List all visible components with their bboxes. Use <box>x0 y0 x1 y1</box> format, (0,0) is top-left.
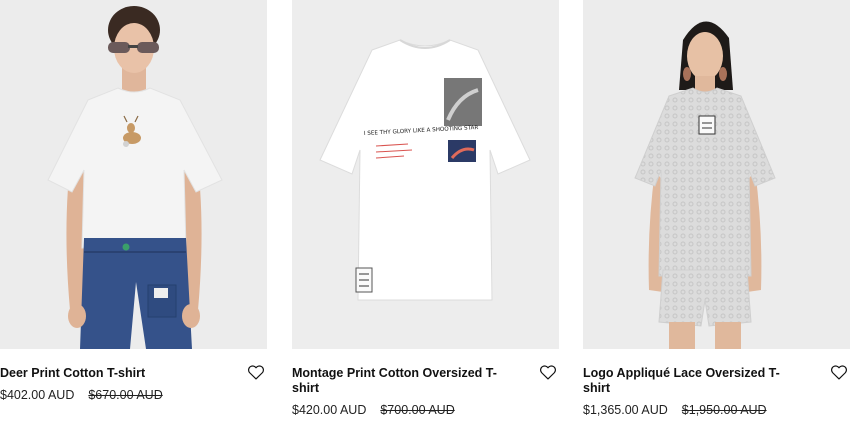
price-row: $1,365.00 AUD $1,950.00 AUD <box>583 402 850 418</box>
heart-outline-icon[interactable] <box>539 364 559 382</box>
original-price: $1,950.00 AUD <box>681 403 767 417</box>
product-image-montage-tshirt[interactable]: I SEE THY GLORY LIKE A SHOOTING STAR <box>292 0 559 349</box>
product-card: Deer Print Cotton T-shirt $402.00 AUD $67… <box>0 0 267 403</box>
sale-price: $402.00 AUD <box>0 388 75 402</box>
price-row: $402.00 AUD $670.00 AUD <box>0 387 267 403</box>
heart-outline-icon[interactable] <box>830 364 850 382</box>
product-image-deer-tshirt[interactable] <box>0 0 267 349</box>
original-price: $700.00 AUD <box>380 403 455 417</box>
original-price: $670.00 AUD <box>88 388 163 402</box>
product-card: I SEE THY GLORY LIKE A SHOOTING STAR Mon… <box>292 0 559 418</box>
price-row: $420.00 AUD $700.00 AUD <box>292 402 559 418</box>
product-card: Logo Appliqué Lace Oversized T-shirt $1,… <box>583 0 850 418</box>
product-info: Montage Print Cotton Oversized T-shirt $… <box>292 349 559 418</box>
product-name[interactable]: Deer Print Cotton T-shirt <box>0 366 267 381</box>
heart-outline-icon[interactable] <box>247 364 267 382</box>
product-grid: Deer Print Cotton T-shirt $402.00 AUD $67… <box>0 0 850 423</box>
product-info: Deer Print Cotton T-shirt $402.00 AUD $67… <box>0 349 267 403</box>
sale-price: $420.00 AUD <box>292 403 367 417</box>
product-name[interactable]: Logo Appliqué Lace Oversized T-shirt <box>583 366 850 396</box>
product-image-lace-tshirt[interactable] <box>583 0 850 349</box>
product-name[interactable]: Montage Print Cotton Oversized T-shirt <box>292 366 559 396</box>
product-info: Logo Appliqué Lace Oversized T-shirt $1,… <box>583 349 850 418</box>
sale-price: $1,365.00 AUD <box>583 403 668 417</box>
